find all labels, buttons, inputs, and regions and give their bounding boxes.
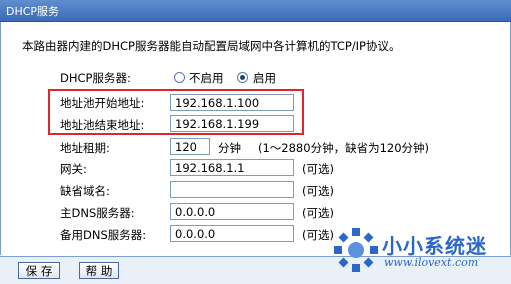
secondary-dns-label: 备用DNS服务器: <box>60 228 147 242</box>
radio-enable[interactable] <box>237 72 248 83</box>
domain-label: 缺省域名: <box>60 184 110 198</box>
primary-dns-input[interactable]: 0.0.0.0 <box>170 203 294 220</box>
lease-time-label: 地址租期: <box>60 141 110 155</box>
help-button[interactable]: 帮 助 <box>79 262 119 279</box>
highlight-box <box>48 89 304 135</box>
primary-dns-note: (可选) <box>302 206 334 220</box>
title-bar: DHCP服务 <box>0 0 511 22</box>
save-button[interactable]: 保 存 <box>18 262 60 279</box>
logo-icon <box>334 228 378 272</box>
gateway-note: (可选) <box>302 162 334 176</box>
radio-disable-label: 不启用 <box>189 71 224 85</box>
lease-unit: 分钟 <box>218 141 241 155</box>
gateway-input[interactable]: 192.168.1.1 <box>170 159 294 176</box>
gateway-label: 网关: <box>60 162 87 176</box>
description-text: 本路由器内建的DHCP服务器能自动配置局域网中各计算机的TCP/IP协议。 <box>22 39 401 53</box>
domain-note: (可选) <box>302 184 334 198</box>
radio-enable-label: 启用 <box>253 71 276 85</box>
watermark-name: 小小系统迷 <box>382 234 487 258</box>
secondary-dns-input[interactable]: 0.0.0.0 <box>170 225 294 242</box>
page-title: DHCP服务 <box>6 5 60 18</box>
lease-note: (1～2880分钟，缺省为120分钟) <box>258 141 430 155</box>
primary-dns-label: 主DNS服务器: <box>60 206 135 220</box>
watermark-logo: 小小系统迷 www.ilovext.com <box>330 222 510 282</box>
domain-input[interactable] <box>170 181 294 198</box>
watermark-url: www.ilovext.com <box>384 256 479 269</box>
radio-disable[interactable] <box>174 72 185 83</box>
lease-time-input[interactable]: 120 <box>170 138 210 155</box>
dhcp-server-label: DHCP服务器: <box>60 71 131 85</box>
